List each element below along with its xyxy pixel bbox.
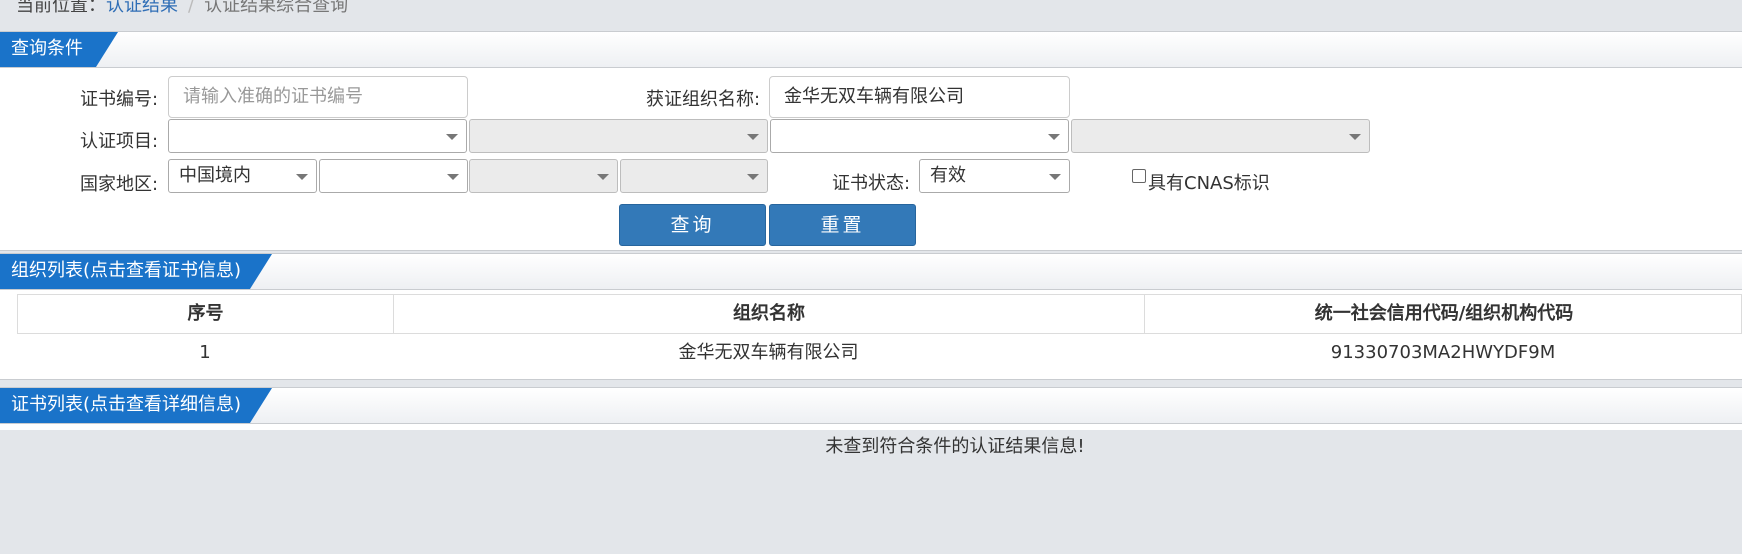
chevron-down-icon <box>597 174 609 180</box>
column-header-name: 组织名称 <box>394 295 1145 333</box>
chevron-down-icon <box>747 174 759 180</box>
chevron-down-icon <box>447 174 459 180</box>
cert-list-panel: 证书列表(点击查看详细信息) <box>0 387 1742 430</box>
org-list-header: 组织列表(点击查看证书信息) <box>0 254 1742 290</box>
row-org-code: 91330703MA2HWYDF9M <box>1330 342 1556 363</box>
project-select-1[interactable] <box>168 119 467 153</box>
region-select-3[interactable] <box>469 159 618 193</box>
column-header-no: 序号 <box>18 295 394 333</box>
breadcrumb: 当前位置：认证结果 / 认证结果综合查询 <box>16 0 348 17</box>
breadcrumb-current: 认证结果综合查询 <box>204 0 349 16</box>
query-panel: 查询条件 证书编号: 请输入准确的证书编号 获证组织名称: 金华无双车辆有限公司… <box>0 31 1742 251</box>
region-select-4[interactable] <box>620 159 768 193</box>
breadcrumb-prefix: 当前位置： <box>16 0 106 16</box>
status-select-value: 有效 <box>930 165 966 186</box>
cert-no-label: 证书编号: <box>80 89 159 110</box>
table-row[interactable]: 1 金华无双车辆有限公司 91330703MA2HWYDF9M <box>17 334 1742 374</box>
project-select-2[interactable] <box>469 119 768 153</box>
breadcrumb-separator: / <box>188 0 195 16</box>
org-name-label: 获证组织名称: <box>646 89 761 110</box>
region-select-2[interactable] <box>319 159 468 193</box>
cnas-checkbox[interactable] <box>1132 169 1146 183</box>
region-select-1-value: 中国境内 <box>179 165 251 186</box>
cert-list-header: 证书列表(点击查看详细信息) <box>0 388 1742 424</box>
query-panel-title: 查询条件 <box>0 32 118 67</box>
row-no: 1 <box>199 342 211 363</box>
project-select-3[interactable] <box>770 119 1069 153</box>
reset-button[interactable]: 重置 <box>769 204 916 246</box>
chevron-down-icon <box>446 134 458 140</box>
org-name-input[interactable]: 金华无双车辆有限公司 <box>769 76 1070 118</box>
status-label: 证书状态: <box>832 173 911 194</box>
breadcrumb-link[interactable]: 认证结果 <box>106 0 178 16</box>
cert-list-title: 证书列表(点击查看详细信息) <box>0 388 272 423</box>
chevron-down-icon <box>296 174 308 180</box>
empty-result-message: 未查到符合条件的认证结果信息! <box>825 436 1085 457</box>
org-list-title: 组织列表(点击查看证书信息) <box>0 254 272 289</box>
cert-no-input[interactable]: 请输入准确的证书编号 <box>168 76 468 118</box>
cnas-label: 具有CNAS标识 <box>1148 173 1270 194</box>
chevron-down-icon <box>1049 174 1061 180</box>
chevron-down-icon <box>1048 134 1060 140</box>
chevron-down-icon <box>1349 134 1361 140</box>
project-label: 认证项目: <box>80 131 159 152</box>
query-button[interactable]: 查询 <box>619 204 766 246</box>
table-header-row: 序号 组织名称 统一社会信用代码/组织机构代码 <box>17 294 1742 334</box>
project-select-4[interactable] <box>1071 119 1370 153</box>
chevron-down-icon <box>747 134 759 140</box>
query-panel-header: 查询条件 <box>0 32 1742 68</box>
region-select-1[interactable]: 中国境内 <box>168 159 317 193</box>
column-header-code: 统一社会信用代码/组织机构代码 <box>1314 303 1574 324</box>
row-org-name[interactable]: 金华无双车辆有限公司 <box>393 334 1144 374</box>
region-label: 国家地区: <box>80 174 159 195</box>
status-select[interactable]: 有效 <box>919 159 1070 193</box>
org-list-panel: 组织列表(点击查看证书信息) 序号 组织名称 统一社会信用代码/组织机构代码 1… <box>0 253 1742 380</box>
